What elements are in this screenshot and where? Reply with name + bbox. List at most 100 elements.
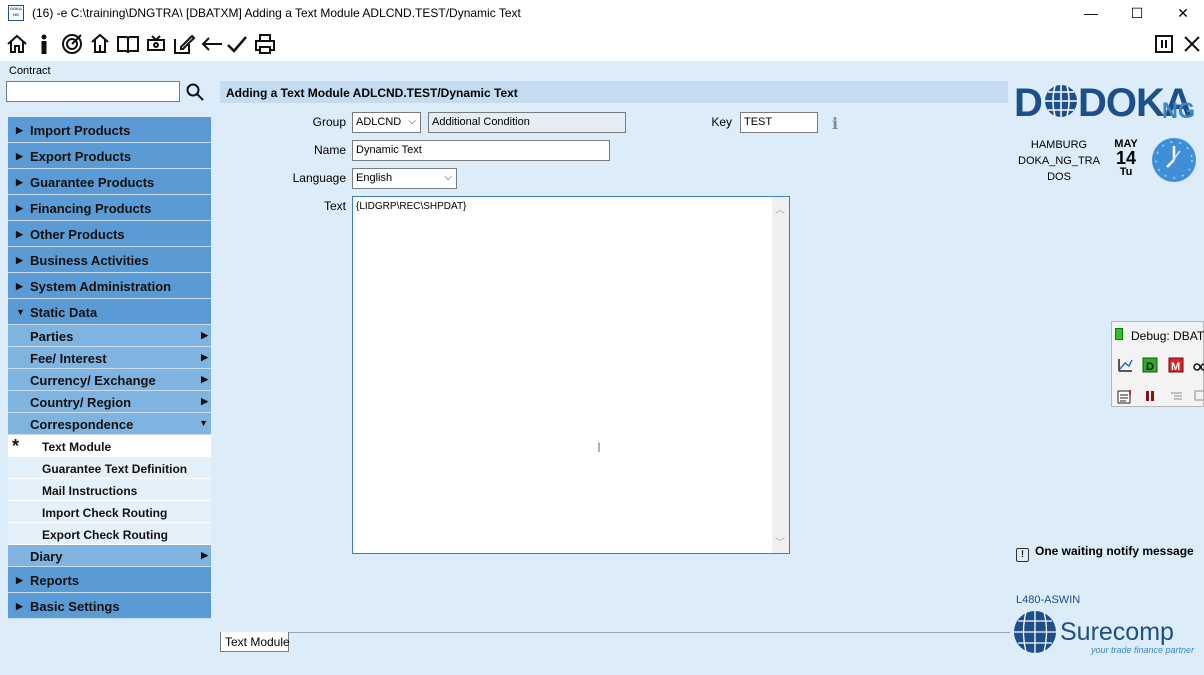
nav-label: System Administration [30,279,172,294]
tree-icon[interactable] [88,32,112,56]
nav-label: Guarantee Text Definition [42,462,188,476]
name-field[interactable]: Dynamic Text [352,140,610,161]
panel-toggle-icon[interactable] [1152,32,1176,56]
group-select[interactable]: ADLCND ⌵ [352,112,421,133]
surecomp-logo: Surecomp your trade finance partner [1012,608,1204,656]
nav-business-activities[interactable]: ▶ Business Activities [8,247,211,273]
expand-triangle-icon: ▶ [16,177,23,187]
title-bar: DOKA NG (16) -e C:\training\DNGTRA\ [DBA… [0,0,1204,26]
nav-label: Reports [30,573,80,588]
language-select[interactable]: English ⌵ [352,168,457,189]
debug-chart-icon[interactable] [1117,357,1133,373]
debug-m-icon[interactable]: M [1168,357,1184,373]
refresh-icon[interactable] [144,32,168,56]
host-name: L480-ASWIN [1016,594,1081,606]
home-icon[interactable] [5,32,29,56]
language-label: Language [292,171,346,185]
nav-export-products[interactable]: ▶ Export Products [8,143,211,169]
chevron-right-icon: ▶ [201,330,208,340]
nav-item-mail-instructions[interactable]: Mail Instructions [8,479,211,501]
nav-basic-settings[interactable]: ▶ Basic Settings [8,593,211,619]
target-icon[interactable] [60,32,84,56]
expand-triangle-icon: ▶ [16,229,23,239]
nav-guarantee-products[interactable]: ▶ Guarantee Products [8,169,211,195]
app-icon-text: DOKA NG [10,6,22,17]
nav-correspondence[interactable]: Correspondence ▼ [8,413,211,435]
info-icon[interactable]: i [832,114,840,133]
nav-diary[interactable]: Diary ▶ [8,545,211,567]
nav-label: Other Products [30,227,125,242]
close-window-button[interactable]: ✕ [1160,0,1204,26]
nav-financing-products[interactable]: ▶ Financing Products [8,195,211,221]
key-field[interactable]: TEST [740,112,818,133]
language-value: English [356,172,393,184]
date-display: MAY 14 Tu [1108,138,1144,178]
date-day: 14 [1115,148,1137,168]
maximize-button[interactable]: ☐ [1114,0,1160,26]
chevron-right-icon: ▶ [201,396,208,406]
nav-system-administration[interactable]: ▶ System Administration [8,273,211,299]
svg-text:D: D [1014,81,1042,122]
nav-currency-exchange[interactable]: Currency/ Exchange ▶ [8,369,211,391]
pause-icon[interactable] [1142,388,1158,404]
group-value: ADLCND [356,116,402,128]
nav-label: Guarantee Products [30,175,155,190]
nav-label: Import Products [30,123,131,138]
nav-label: Country/ Region [30,395,132,410]
expand-triangle-icon: ▶ [16,281,23,291]
nav-item-text-module[interactable]: * Text Module [8,435,211,457]
nav-other-products[interactable]: ▶ Other Products [8,221,211,247]
edit-icon[interactable] [172,32,196,56]
expand-triangle-icon: ▶ [16,255,23,265]
logo-suffix: NG [1162,98,1195,122]
nav-label: Static Data [30,305,98,320]
debug-d-icon[interactable]: D [1142,357,1158,373]
nav-label: Import Check Routing [42,506,168,520]
nav-static-data[interactable]: ▼ Static Data [8,299,211,325]
nav-label: Financing Products [30,201,152,216]
comment-disabled-icon [1192,388,1204,404]
back-arrow-icon[interactable] [200,32,224,56]
chevron-right-icon: ▶ [201,352,208,362]
scroll-up-icon[interactable]: ︿ [775,201,785,216]
name-label: Name [313,143,346,157]
nav-country-region[interactable]: Country/ Region ▶ [8,391,211,413]
close-icon[interactable] [1180,32,1204,56]
nav-reports[interactable]: ▶ Reports [8,567,211,593]
minimize-icon: — [1084,5,1098,21]
contract-input[interactable] [6,81,180,102]
vertical-scrollbar[interactable]: ︿ ﹀ [772,197,789,553]
info-icon[interactable] [32,32,56,56]
print-icon[interactable] [253,32,277,56]
checkmark-icon[interactable] [225,32,249,56]
expand-triangle-icon: ▶ [16,601,23,611]
minimize-button[interactable]: — [1068,0,1114,26]
nav-parties[interactable]: Parties ▶ [8,325,211,347]
app-logo-icon: DOKA NG [8,5,24,21]
scroll-down-icon[interactable]: ﹀ [775,534,785,549]
debug-header: Debug: DBATX [1112,322,1204,348]
nav-item-guarantee-text-definition[interactable]: Guarantee Text Definition [8,457,211,479]
collapse-triangle-icon: ▼ [16,307,25,317]
book-icon[interactable] [116,32,140,56]
chevron-down-icon: ⌵ [444,172,452,183]
chevron-right-icon: ▶ [201,374,208,384]
debug-window[interactable]: Debug: DBATX D M [1111,321,1204,407]
nav-fee-interest[interactable]: Fee/ Interest ▶ [8,347,211,369]
text-label: Text [323,199,346,213]
text-editor[interactable]: {LIDGRP\REC\SHPDAT} ︿ ﹀ [352,196,790,554]
debug-list-icon[interactable] [1117,388,1133,404]
group-description-field: Additional Condition [428,112,626,133]
nav-import-products[interactable]: ▶ Import Products [8,117,211,143]
expand-triangle-icon: ▶ [16,203,23,213]
debug-glasses-icon[interactable] [1192,357,1204,373]
contract-label: Contract [9,65,51,77]
date-weekday: Tu [1119,166,1133,178]
notify-message[interactable]: ! One waiting notify message [1016,544,1194,562]
search-icon[interactable] [185,82,205,102]
nav-item-import-check-routing[interactable]: Import Check Routing [8,501,211,523]
expand-triangle-icon: ▶ [16,575,23,585]
tab-text-module[interactable]: Text Module [220,632,290,652]
surecomp-tagline: your trade finance partner [1090,645,1195,655]
nav-item-export-check-routing[interactable]: Export Check Routing [8,523,211,545]
